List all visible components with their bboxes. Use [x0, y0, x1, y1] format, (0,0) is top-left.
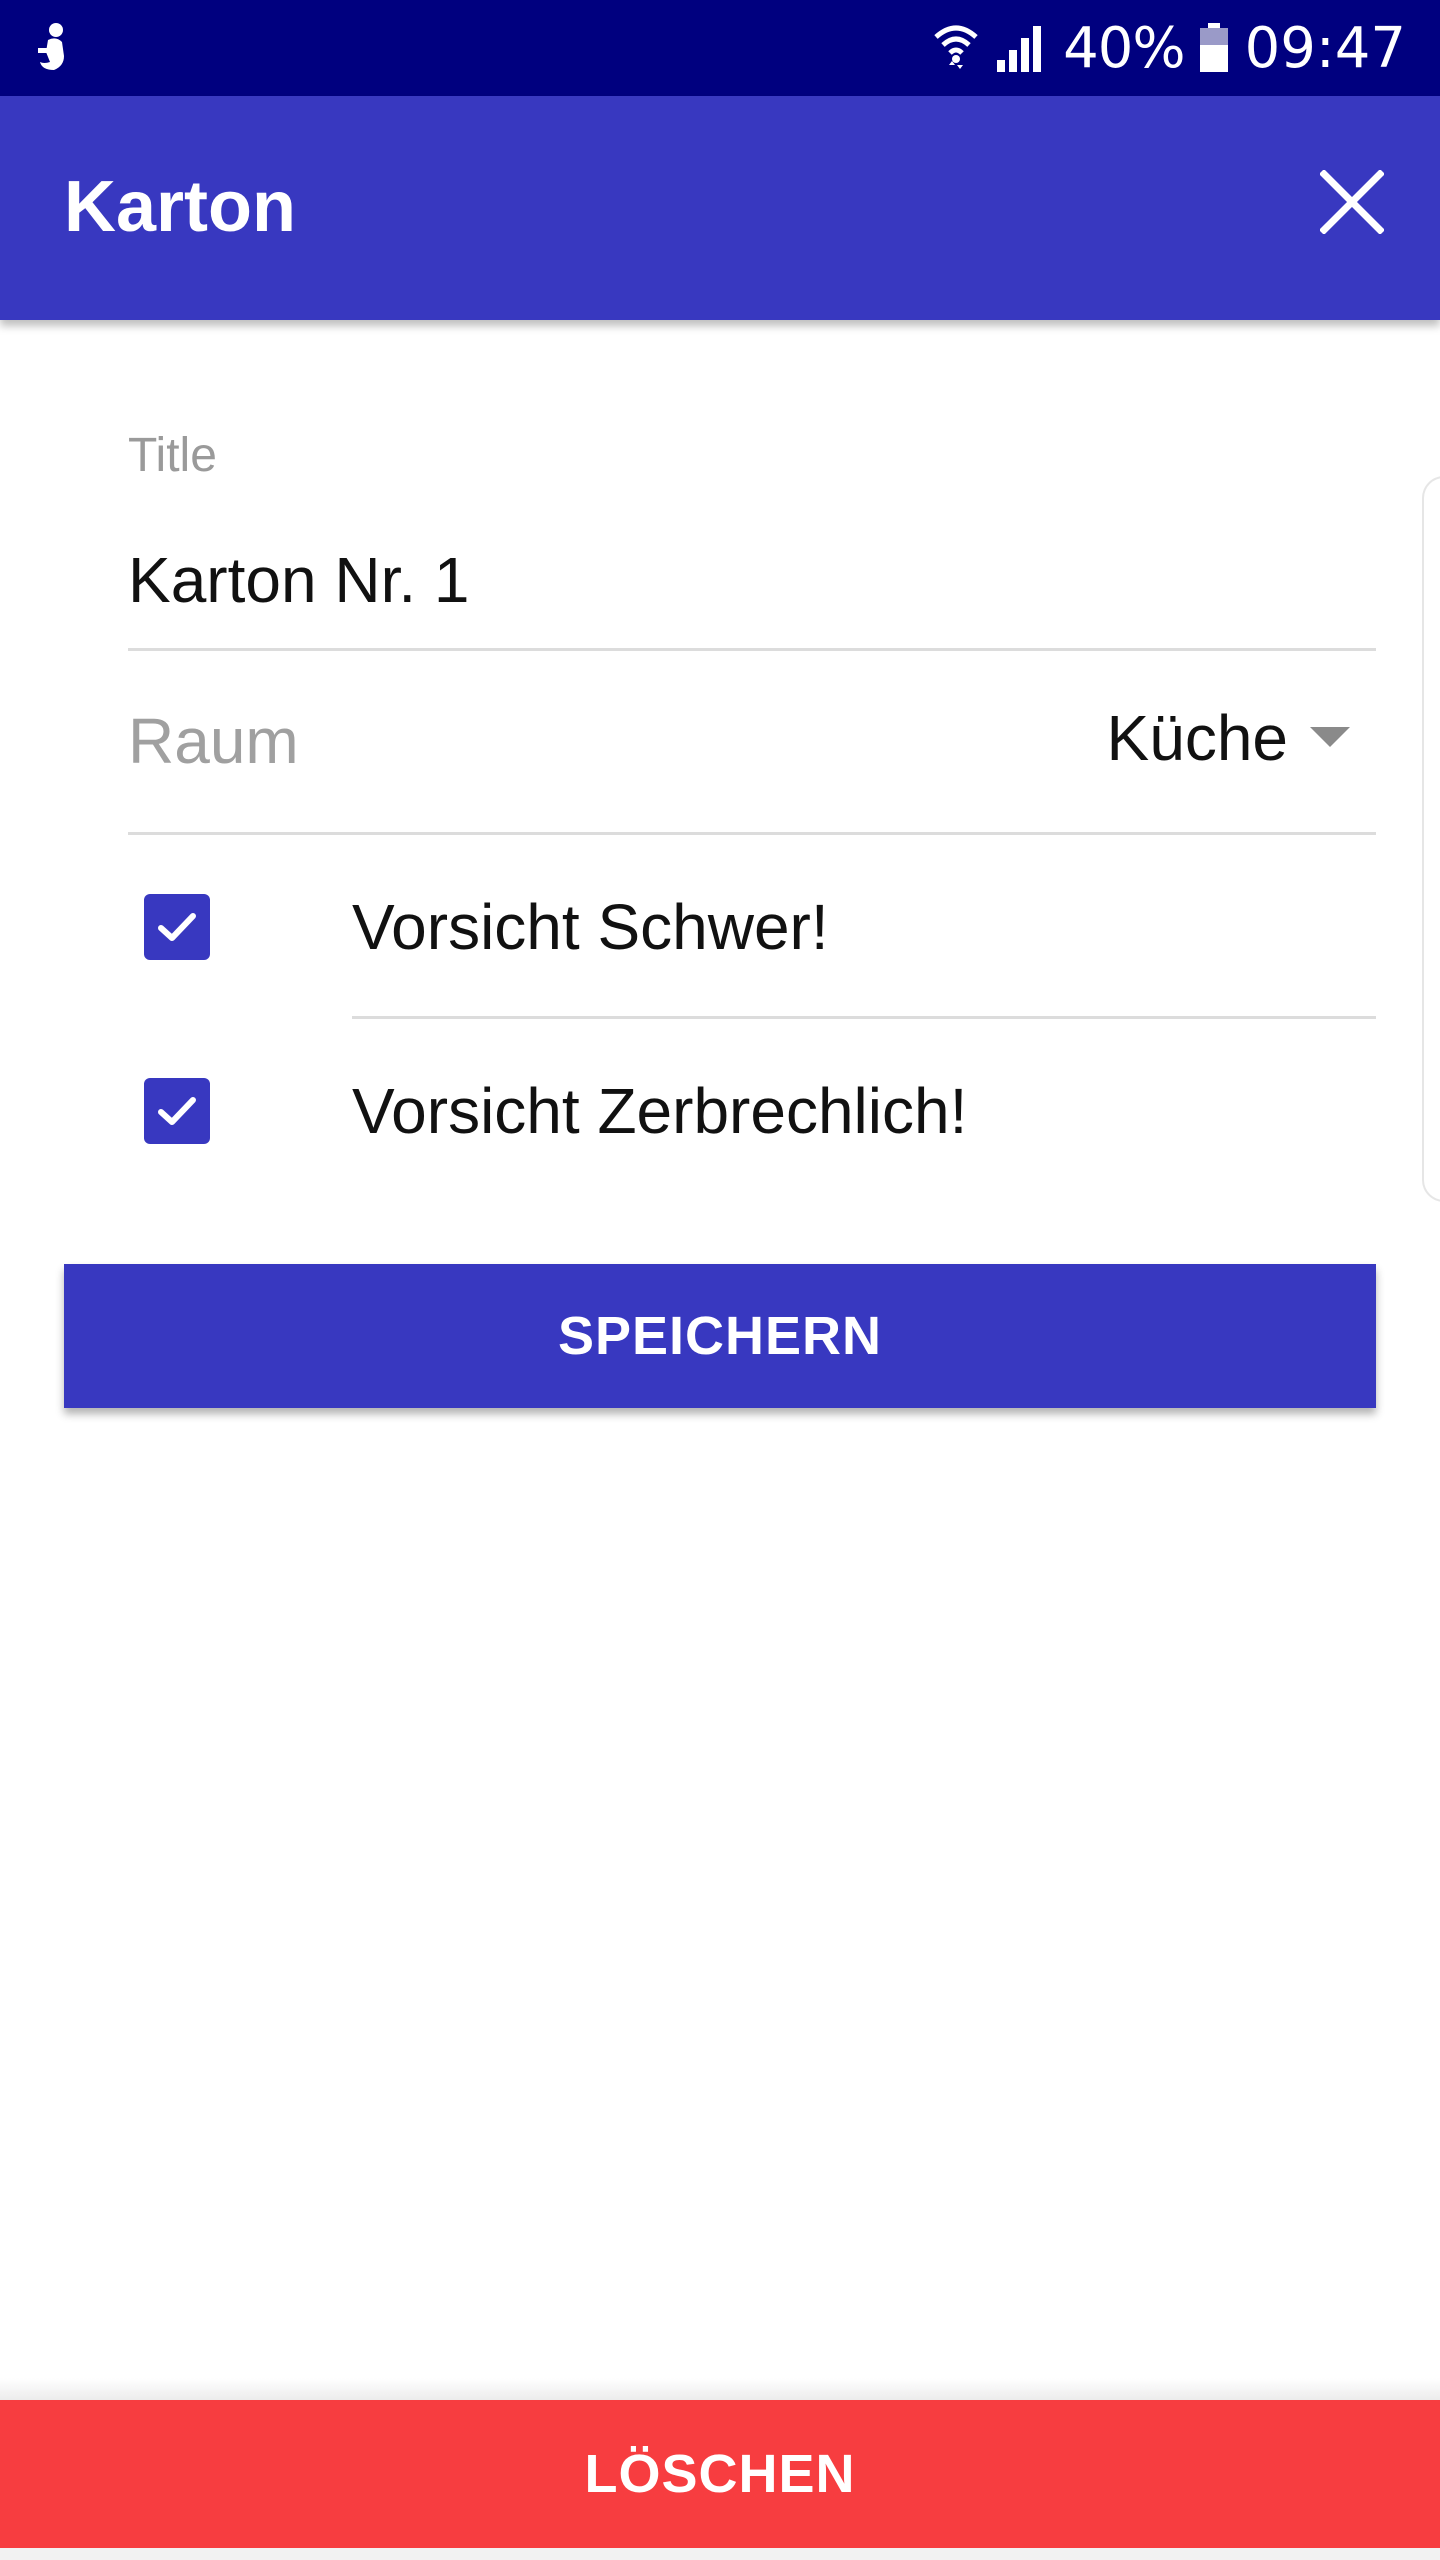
raum-selected-value: Küche: [1106, 702, 1288, 774]
raum-underline: [128, 832, 1376, 835]
battery-percent: 40%: [1063, 15, 1185, 81]
checkmark-icon: [158, 1097, 196, 1125]
title-field-label: Title: [128, 429, 217, 482]
dropdown-arrow-icon: [1310, 727, 1350, 747]
title-underline: [128, 648, 1376, 651]
close-button[interactable]: [1296, 146, 1408, 258]
signal-icon: [997, 26, 1042, 72]
bottom-shadow: [0, 2378, 1440, 2400]
app-bar: Karton: [0, 96, 1440, 320]
title-input[interactable]: [128, 530, 1376, 630]
bottom-strip: [0, 2548, 1440, 2560]
raum-dropdown[interactable]: Küche: [1020, 688, 1350, 788]
checkmark-icon: [158, 913, 196, 941]
wifi-icon: [934, 25, 978, 69]
checkbox-schwer[interactable]: [144, 894, 210, 960]
notification-figure-icon: [38, 23, 64, 70]
save-button[interactable]: SPEICHERN: [64, 1264, 1376, 1408]
delete-button[interactable]: LÖSCHEN: [0, 2400, 1440, 2548]
battery-icon: [1199, 23, 1228, 72]
checkbox-divider: [352, 1016, 1376, 1019]
status-bar: 40% 09:47: [0, 0, 1440, 96]
close-icon: [1320, 170, 1384, 234]
status-icons: 40% 09:47: [933, 0, 1406, 96]
checkbox-zerbrechlich-label: Vorsicht Zerbrechlich!: [352, 1075, 968, 1147]
page-title: Karton: [64, 167, 296, 247]
edge-panel-handle[interactable]: [1422, 476, 1440, 1202]
raum-label: Raum: [128, 705, 299, 777]
clock: 09:47: [1244, 15, 1406, 81]
checkbox-zerbrechlich[interactable]: [144, 1078, 210, 1144]
checkbox-schwer-label: Vorsicht Schwer!: [352, 891, 829, 963]
